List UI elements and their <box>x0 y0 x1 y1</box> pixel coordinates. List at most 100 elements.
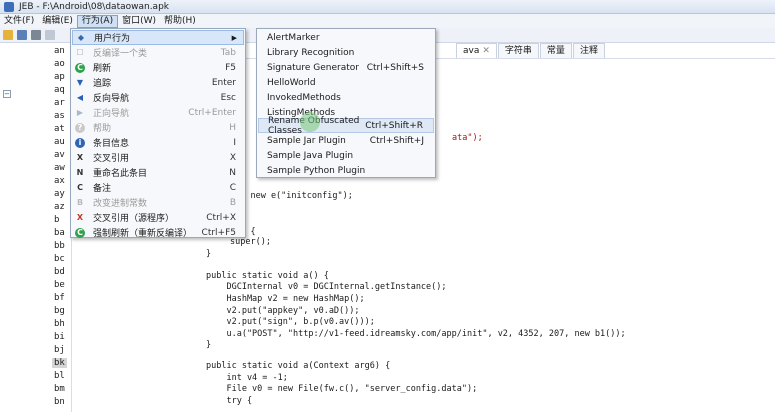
tree-item[interactable]: bc <box>54 254 65 264</box>
force-refresh-icon: C <box>75 227 85 238</box>
menu-item-xref[interactable]: X 交叉引用 X <box>72 150 244 165</box>
menu-item-comment[interactable]: C 备注 C <box>72 180 244 195</box>
tree-item[interactable]: as <box>54 111 65 121</box>
submenu-item-label: Sample Jar Plugin <box>267 135 346 146</box>
menu-item-label: 重命名此条目 <box>93 169 148 179</box>
tree-item[interactable]: az <box>54 202 65 212</box>
menu-item-shortcut: B <box>229 197 236 208</box>
tree-item[interactable]: ao <box>54 59 65 69</box>
save-icon[interactable] <box>17 30 27 40</box>
collapse-toggle[interactable]: − <box>3 90 11 98</box>
tab-comments[interactable]: 注释 <box>572 43 605 58</box>
tree-item[interactable]: av <box>54 150 65 160</box>
tree-item[interactable]: bh <box>54 319 65 329</box>
menu-item-shortcut: Tab <box>220 47 236 58</box>
menu-item-refresh[interactable]: C 刷新 F5 <box>72 60 244 75</box>
tree-item[interactable]: ba <box>54 228 65 238</box>
submenu-item-sample-python-plugin[interactable]: Sample Python Plugin <box>258 163 434 178</box>
tree-item[interactable]: bn <box>54 397 65 407</box>
tree-item[interactable]: an <box>54 46 65 56</box>
code-line: try { <box>206 396 253 406</box>
menu-item-shortcut: N <box>229 167 236 178</box>
wrench-icon[interactable] <box>31 30 41 40</box>
menu-item-label: 用户行为 <box>94 34 131 44</box>
menu-file[interactable]: 文件(F) <box>0 15 38 28</box>
menu-item-info[interactable]: i 条目信息 I <box>72 135 244 150</box>
menu-item-label: 条目信息 <box>93 139 130 149</box>
menu-item-follow[interactable]: ▼ 追踪 Enter <box>72 75 244 90</box>
menu-item-label: 追踪 <box>93 79 112 89</box>
window-title: JEB - F:\Android\08\dataowan.apk <box>19 1 169 12</box>
submenu-item-invokedmethods[interactable]: InvokedMethods <box>258 90 434 105</box>
menu-item-decompile-class[interactable]: ☐ 反编译一个类 Tab <box>72 45 244 60</box>
tree-item[interactable]: ar <box>54 98 65 108</box>
submenu-item-shortcut: Ctrl+Shift+J <box>369 135 424 146</box>
tree-item[interactable]: ax <box>54 176 65 186</box>
menu-item-label: 刷新 <box>93 64 112 74</box>
tab-constants[interactable]: 常量 <box>539 43 572 58</box>
tree-item[interactable]: bg <box>54 306 65 316</box>
menu-item-shortcut: X <box>229 152 236 163</box>
tab-label: ava <box>463 46 480 56</box>
tree-item[interactable]: be <box>54 280 65 290</box>
tree-item[interactable]: bb <box>54 241 65 251</box>
code-line: HashMap v2 = new HashMap(); <box>206 294 365 304</box>
menu-item-navigate-back[interactable]: ◀ 反向导航 Esc <box>72 90 244 105</box>
tree-item[interactable]: bf <box>54 293 65 303</box>
tree-item[interactable]: b <box>54 215 59 225</box>
menu-item-label: 交叉引用（源程序） <box>93 214 175 224</box>
tree-item[interactable]: bj <box>54 345 65 355</box>
decompile-icon: ☐ <box>76 48 84 57</box>
tree-item[interactable]: aw <box>54 163 65 173</box>
code-fragment: } <box>206 249 212 259</box>
menu-item-shortcut: Ctrl+X <box>206 212 236 223</box>
menu-item-rename[interactable]: N 重命名此条目 N <box>72 165 244 180</box>
submenu-item-rename-obfuscated-classes[interactable]: Rename Obfuscated Classes Ctrl+Shift+R <box>258 116 434 136</box>
submenu-item-sample-jar-plugin[interactable]: Sample Jar Plugin Ctrl+Shift+J <box>258 133 434 148</box>
menu-item-shortcut: Ctrl+F5 <box>201 227 236 238</box>
menu-help[interactable]: 帮助(H) <box>160 15 200 28</box>
tab-java[interactable]: ava ✕ <box>456 43 497 58</box>
code-line: public static void a(Context arg6) { <box>206 361 391 371</box>
menu-item-user-actions[interactable]: ◆ 用户行为 ▶ <box>72 30 244 45</box>
tree-item[interactable]: ap <box>54 72 65 82</box>
menu-item-help[interactable]: ? 帮助 H <box>72 120 244 135</box>
tab-label: 常量 <box>546 46 565 56</box>
menu-item-navigate-forward[interactable]: ▶ 正向导航 Ctrl+Enter <box>72 105 244 120</box>
navigate-back-icon: ◀ <box>76 93 84 102</box>
submenu-item-library-recognition[interactable]: Library Recognition <box>258 45 434 60</box>
menu-item-change-base[interactable]: B 改变进制常数 B <box>72 195 244 210</box>
tree-item[interactable]: bm <box>54 384 65 394</box>
code-line: File v0 = new File(fw.c(), "server_confi… <box>206 384 478 394</box>
open-folder-icon[interactable] <box>3 30 13 40</box>
class-tree: − an ao ap aq ar as at au av aw ax ay az… <box>0 43 72 412</box>
tree-item[interactable]: ay <box>54 189 65 199</box>
menu-item-label: 反向导航 <box>93 94 130 104</box>
code-line: } <box>206 340 212 350</box>
close-icon[interactable]: ✕ <box>482 46 490 56</box>
menu-item-force-refresh[interactable]: C 强制刷新（重新反编译） Ctrl+F5 <box>72 225 244 240</box>
menu-edit[interactable]: 编辑(E) <box>38 15 77 28</box>
user-actions-submenu: AlertMarker Library Recognition Signatur… <box>256 28 436 178</box>
tree-item-selected[interactable]: bk <box>52 358 67 368</box>
submenu-item-shortcut: Ctrl+Shift+S <box>366 62 424 73</box>
tree-item[interactable]: bd <box>54 267 65 277</box>
menu-window[interactable]: 窗口(W) <box>118 15 160 28</box>
submenu-item-sample-java-plugin[interactable]: Sample Java Plugin <box>258 148 434 163</box>
submenu-item-alertmarker[interactable]: AlertMarker <box>258 30 434 45</box>
submenu-item-helloworld[interactable]: HelloWorld <box>258 75 434 90</box>
submenu-item-signature-generator[interactable]: Signature Generator Ctrl+Shift+S <box>258 60 434 75</box>
tree-item[interactable]: bl <box>54 371 65 381</box>
menu-item-xref-source[interactable]: X 交叉引用（源程序） Ctrl+X <box>72 210 244 225</box>
tree-item[interactable]: bi <box>54 332 65 342</box>
tab-label: 字符串 <box>504 46 532 56</box>
code-line: public static void a() { <box>206 271 329 281</box>
tree-item[interactable]: aq <box>54 85 65 95</box>
code-line: u.a("POST", "http://v1-feed.idreamsky.co… <box>206 329 626 339</box>
tree-item[interactable]: at <box>54 124 65 134</box>
tree-item[interactable]: au <box>54 137 65 147</box>
properties-icon[interactable] <box>45 30 55 40</box>
tab-strings[interactable]: 字符串 <box>497 43 539 58</box>
menu-action[interactable]: 行为(A) <box>76 14 119 28</box>
xref-source-icon: X <box>76 213 84 222</box>
